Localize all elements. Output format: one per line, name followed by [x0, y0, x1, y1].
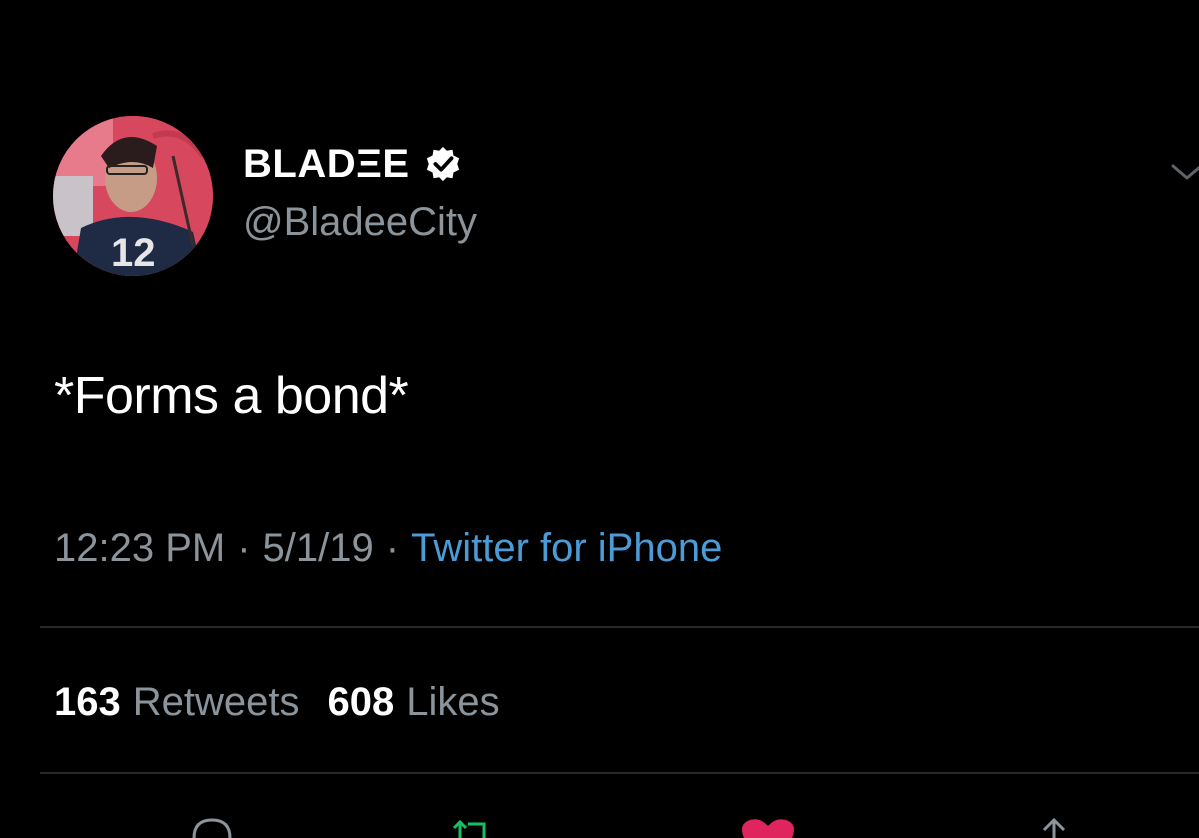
avatar[interactable]: 12: [53, 116, 213, 276]
svg-text:12: 12: [111, 231, 156, 275]
likes-count: 608: [327, 680, 395, 724]
tweet-time: 12:23 PM: [54, 526, 226, 570]
tweet-text: *Forms a bond*: [54, 367, 409, 425]
tweet-meta: 12:23 PM · 5/1/19 · Twitter for iPhone: [54, 522, 722, 574]
tweet-source-link[interactable]: Twitter for iPhone: [411, 522, 722, 574]
author-handle[interactable]: @BladeeCity: [243, 198, 477, 246]
meta-separator: ·: [237, 526, 251, 570]
meta-separator: ·: [385, 526, 400, 570]
action-bar: [0, 800, 1199, 838]
divider: [40, 772, 1199, 774]
retweets-stat[interactable]: 163 Retweets: [54, 676, 300, 728]
avatar-photo: 12: [53, 116, 213, 276]
tweet-date: 5/1/19: [262, 526, 374, 570]
reply-icon[interactable]: [190, 814, 234, 838]
retweet-icon[interactable]: [450, 814, 494, 838]
author-name-row[interactable]: BLADΞE: [243, 140, 462, 188]
retweets-count: 163: [54, 680, 121, 724]
likes-stat[interactable]: 608 Likes: [328, 676, 500, 728]
like-icon[interactable]: [738, 814, 798, 838]
share-icon[interactable]: [1038, 814, 1070, 838]
retweets-label: Retweets: [132, 680, 300, 724]
divider: [40, 626, 1199, 628]
likes-label: Likes: [406, 680, 500, 724]
tweet-stats: 163 Retweets 608 Likes: [54, 676, 500, 728]
display-name[interactable]: BLADΞE: [243, 140, 410, 188]
chevron-down-icon[interactable]: [1171, 158, 1199, 184]
verified-badge-icon: [424, 145, 462, 183]
